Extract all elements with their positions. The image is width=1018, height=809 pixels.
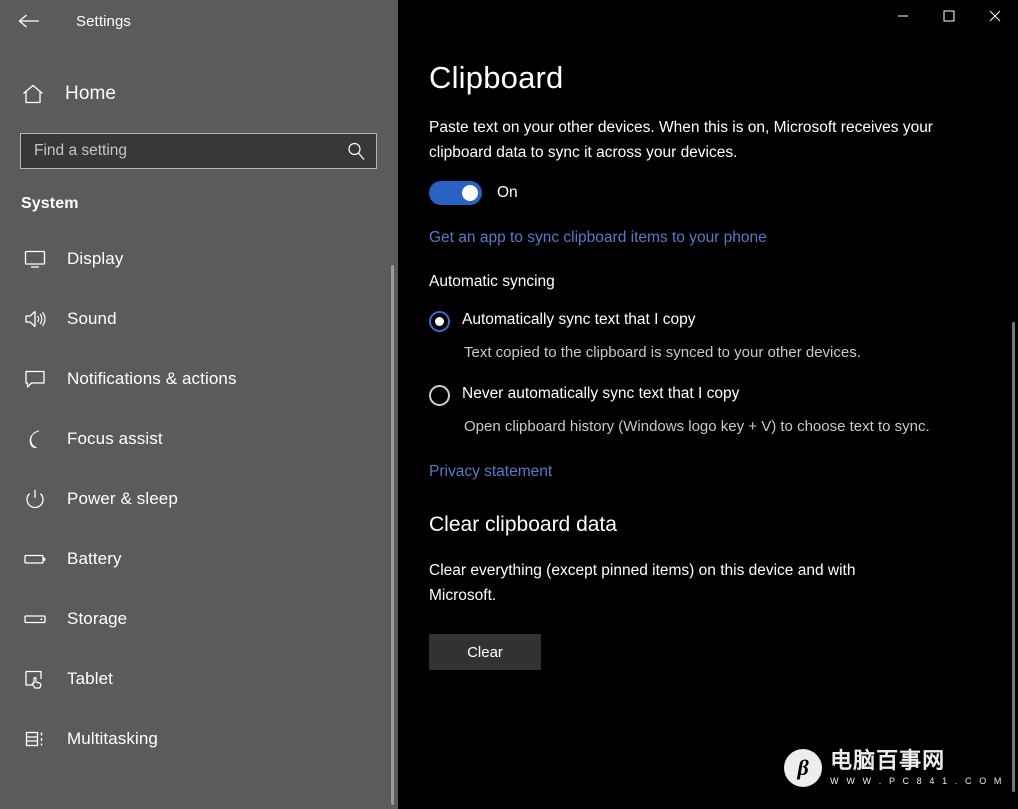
sidebar-section-heading: System [21, 195, 79, 212]
page-description: Paste text on your other devices. When t… [429, 119, 933, 161]
maximize-button[interactable] [926, 0, 972, 32]
power-icon [20, 484, 50, 514]
battery-icon [20, 544, 50, 574]
sidebar-item-label: Multitasking [67, 729, 158, 748]
sidebar-item-label: Display [67, 249, 124, 268]
sidebar-item-sound[interactable]: Sound [0, 289, 398, 349]
close-icon [989, 10, 1001, 22]
clipboard-sync-toggle-row: On [429, 181, 1018, 205]
radio-help-auto-sync: Text copied to the clipboard is synced t… [464, 344, 861, 361]
clipboard-settings-pane: Clipboard Paste text on your other devic… [398, 0, 1018, 670]
sidebar-item-label: Power & sleep [67, 489, 178, 508]
tablet-touch-icon [20, 664, 50, 694]
close-button[interactable] [972, 0, 1018, 32]
main-content: Clipboard Paste text on your other devic… [398, 0, 1018, 809]
minimize-button[interactable] [880, 0, 926, 32]
sidebar-item-battery[interactable]: Battery [0, 529, 398, 589]
app-title: Settings [76, 12, 131, 30]
sidebar-nav: Display Sound Notifications & actions Fo… [0, 229, 398, 769]
sidebar: Settings Home System [0, 0, 398, 809]
back-button[interactable] [6, 5, 52, 37]
sidebar-item-storage[interactable]: Storage [0, 589, 398, 649]
watermark-logo-icon: β [784, 749, 823, 787]
privacy-statement-link[interactable]: Privacy statement [429, 463, 552, 481]
toggle-state-label: On [497, 184, 518, 201]
watermark-site-name: 电脑百事网 [830, 749, 946, 774]
search-icon[interactable] [346, 141, 366, 161]
radio-button-unselected[interactable] [429, 385, 450, 406]
home-icon [21, 83, 47, 105]
sidebar-item-label: Notifications & actions [67, 369, 237, 388]
search-input[interactable] [21, 135, 334, 167]
sidebar-item-display[interactable]: Display [0, 229, 398, 289]
toggle-knob [462, 185, 478, 201]
sidebar-item-tablet[interactable]: Tablet [0, 649, 398, 709]
radio-option-auto-sync[interactable]: Automatically sync text that I copy [429, 309, 1018, 332]
page-title: Clipboard [429, 60, 564, 95]
watermark-site-url: W W W . P C 8 4 1 . C O M [830, 776, 1004, 786]
multitasking-icon [20, 724, 50, 754]
sidebar-titlebar: Settings [0, 0, 398, 42]
get-app-link[interactable]: Get an app to sync clipboard items to yo… [429, 229, 767, 247]
chat-bubble-icon [20, 364, 50, 394]
radio-label: Automatically sync text that I copy [462, 311, 696, 328]
sidebar-item-label: Storage [67, 609, 128, 628]
radio-option-never-sync[interactable]: Never automatically sync text that I cop… [429, 383, 1018, 406]
clipboard-sync-toggle[interactable] [429, 181, 482, 205]
radio-button-selected[interactable] [429, 311, 450, 332]
maximize-icon [943, 10, 955, 22]
window-controls [880, 0, 1018, 32]
clear-clipboard-description: Clear everything (except pinned items) o… [429, 562, 856, 604]
sidebar-item-label: Focus assist [67, 429, 163, 448]
sidebar-item-label: Tablet [67, 669, 113, 688]
radio-label: Never automatically sync text that I cop… [462, 385, 740, 402]
drive-icon [20, 604, 50, 634]
sidebar-item-notifications[interactable]: Notifications & actions [0, 349, 398, 409]
sidebar-item-focus-assist[interactable]: Focus assist [0, 409, 398, 469]
moon-icon [20, 424, 50, 454]
sidebar-item-label: Sound [67, 309, 117, 328]
back-arrow-icon [18, 14, 39, 28]
monitor-icon [20, 244, 50, 274]
settings-window: Settings Home System [0, 0, 1018, 809]
site-watermark: β 电脑百事网 W W W . P C 8 4 1 . C O M [784, 749, 1004, 787]
clear-clipboard-title: Clear clipboard data [429, 513, 617, 536]
watermark-text: 电脑百事网 W W W . P C 8 4 1 . C O M [830, 749, 1004, 787]
sidebar-item-power-sleep[interactable]: Power & sleep [0, 469, 398, 529]
sidebar-item-multitasking[interactable]: Multitasking [0, 709, 398, 769]
minimize-icon [898, 15, 908, 17]
sidebar-item-home-label: Home [65, 83, 117, 104]
search-box[interactable] [20, 133, 377, 169]
radio-help-never-sync: Open clipboard history (Windows logo key… [464, 418, 930, 435]
main-scrollbar[interactable] [1012, 322, 1015, 792]
sidebar-item-label: Battery [67, 549, 122, 568]
clear-button[interactable]: Clear [429, 634, 541, 670]
speaker-icon [20, 304, 50, 334]
sidebar-scrollbar[interactable] [391, 265, 394, 805]
sidebar-item-home[interactable]: Home [0, 74, 398, 114]
automatic-syncing-label: Automatic syncing [429, 273, 555, 290]
